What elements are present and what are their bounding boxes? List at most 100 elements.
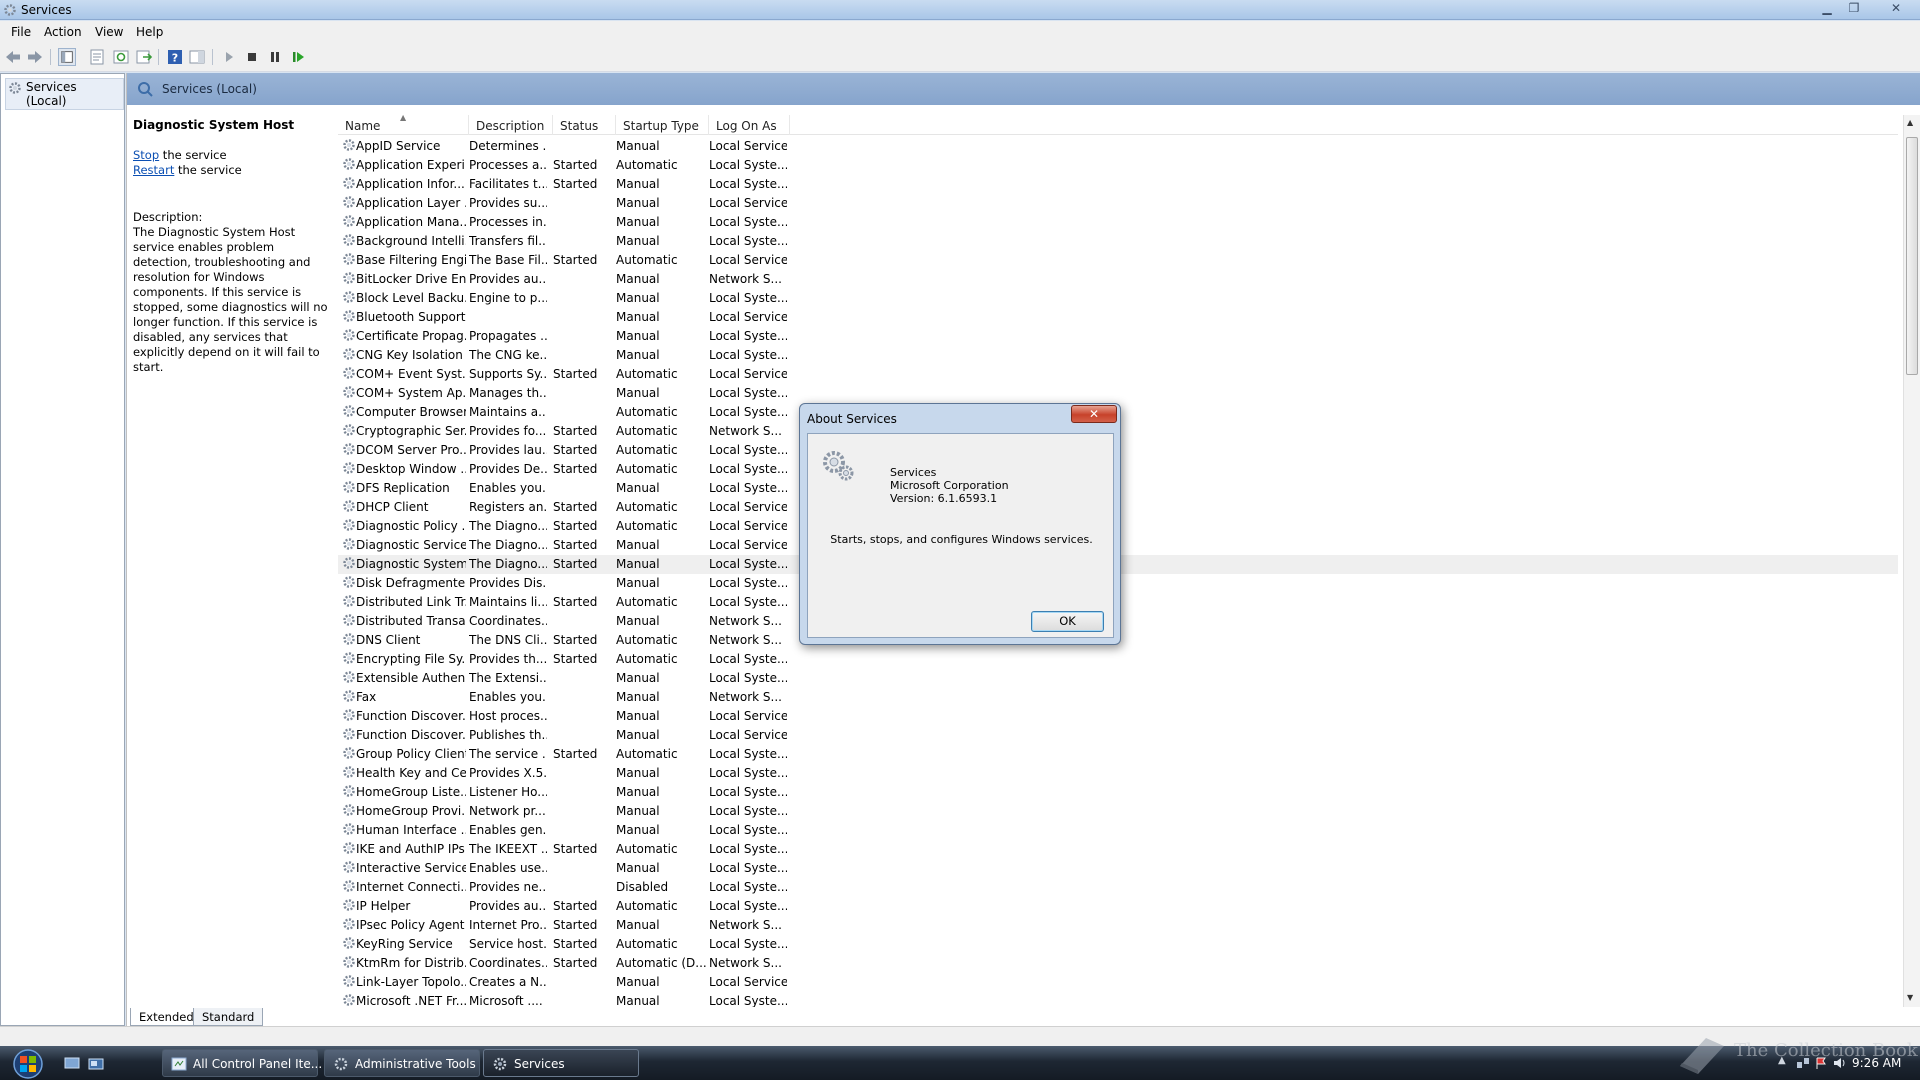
table-row[interactable]: Application Mana... Processes in... Manual…: [338, 213, 1898, 232]
vertical-scrollbar[interactable]: ▲ ▼: [1903, 115, 1920, 1007]
tab-extended[interactable]: Extended: [130, 1008, 203, 1026]
column-header-log-on-as[interactable]: Log On As: [709, 115, 790, 135]
restart-service-link[interactable]: Restart: [133, 163, 174, 177]
scrollbar-thumb[interactable]: [1906, 137, 1918, 375]
tab-standard[interactable]: Standard: [193, 1008, 264, 1026]
table-row[interactable]: IKE and AuthIP IPs... The IKEEXT ... Start…: [338, 840, 1898, 859]
scroll-up-arrow-icon[interactable]: ▲: [1907, 118, 1913, 127]
cell-name: Certificate Propag...: [356, 329, 466, 343]
forward-arrow-icon[interactable]: [26, 48, 44, 66]
show-desktop-icon[interactable]: [64, 1057, 80, 1070]
pause-service-icon[interactable]: [266, 48, 284, 66]
table-row[interactable]: CNG Key Isolation The CNG ke... Manual Loca…: [338, 346, 1898, 365]
restore-button[interactable]: ❐: [1843, 1, 1865, 17]
cell-startup-type: Manual: [616, 538, 660, 552]
table-row[interactable]: Human Interface ... Enables gen... Manual L…: [338, 821, 1898, 840]
dialog-product-name: Services: [890, 466, 937, 479]
table-row[interactable]: KtmRm for Distrib... Coordinates... Starte…: [338, 954, 1898, 973]
taskbar-item-control-panel[interactable]: All Control Panel Ite...: [162, 1049, 322, 1077]
cell-description: Enables you...: [469, 481, 547, 495]
table-row[interactable]: Application Infor... Facilitates t... Star…: [338, 175, 1898, 194]
service-gear-icon: [343, 690, 355, 702]
table-row[interactable]: Bluetooth Support... Manual Local Service: [338, 308, 1898, 327]
taskbar-item-services[interactable]: Services: [483, 1049, 639, 1077]
menu-view[interactable]: View: [95, 25, 123, 39]
refresh-icon[interactable]: [112, 48, 130, 66]
service-gear-icon: [343, 177, 355, 189]
menu-help[interactable]: Help: [136, 25, 163, 39]
column-header-startup-type[interactable]: Startup Type: [616, 115, 709, 135]
cell-log-on-as: Local Service: [709, 310, 787, 324]
properties-icon[interactable]: [88, 48, 106, 66]
table-row[interactable]: HomeGroup Liste... Listener Ho... Manual Lo…: [338, 783, 1898, 802]
cell-startup-type: Manual: [616, 557, 660, 571]
minimize-button[interactable]: ▁: [1816, 1, 1838, 17]
taskbar-item-administrative-tools[interactable]: Administrative Tools: [324, 1049, 480, 1077]
export-list-icon[interactable]: [135, 48, 153, 66]
stop-service-icon[interactable]: [243, 48, 261, 66]
scroll-down-arrow-icon[interactable]: ▼: [1907, 993, 1913, 1002]
table-row[interactable]: Internet Connecti... Provides ne... Disabl…: [338, 878, 1898, 897]
table-row[interactable]: Block Level Backu... Engine to p... Manual…: [338, 289, 1898, 308]
table-row[interactable]: IP Helper Provides au... Started Automatic L…: [338, 897, 1898, 916]
menu-action[interactable]: Action: [44, 25, 82, 39]
table-row[interactable]: Base Filtering Engi...The Base Fil... Sta…: [338, 251, 1898, 270]
cell-log-on-as: Local Syste...: [709, 557, 787, 571]
table-row[interactable]: Group Policy Client The service ... Starte…: [338, 745, 1898, 764]
table-row[interactable]: Microsoft .NET Fr... Microsoft .... Manual…: [338, 992, 1898, 1007]
table-row[interactable]: Extensible Authen... The Extensi... Manual…: [338, 669, 1898, 688]
service-gear-icon: [343, 253, 355, 265]
table-row[interactable]: COM+ Event Syst... Supports Sy... Started A…: [338, 365, 1898, 384]
start-orb-icon[interactable]: [8, 1048, 48, 1080]
table-row[interactable]: Link-Layer Topolo... Creates a N... Manual…: [338, 973, 1898, 992]
table-row[interactable]: HomeGroup Provi... Network pr... Manual Loc…: [338, 802, 1898, 821]
tree-node-services-local[interactable]: Services (Local): [5, 78, 124, 110]
service-gear-icon: [343, 956, 355, 968]
table-row[interactable]: Background Intelli... Transfers fil... Man…: [338, 232, 1898, 251]
gear-icon: [4, 4, 16, 16]
back-arrow-icon[interactable]: [4, 48, 22, 66]
service-gear-icon: [343, 576, 355, 588]
column-header-description[interactable]: Description: [469, 115, 553, 135]
show-hide-action-pane-icon[interactable]: [188, 48, 206, 66]
switch-windows-icon[interactable]: [88, 1057, 104, 1070]
services-gears-icon: [823, 451, 854, 481]
cell-startup-type: Manual: [616, 804, 660, 818]
cell-startup-type: Automatic: [616, 253, 678, 267]
table-row[interactable]: KeyRing Service Service host... Started Aut…: [338, 935, 1898, 954]
help-icon[interactable]: ?: [166, 48, 184, 66]
table-row[interactable]: Certificate Propag... Propagates ... Manua…: [338, 327, 1898, 346]
stop-service-link[interactable]: Stop: [133, 148, 159, 162]
table-row[interactable]: Application Layer ... Provides su... Manua…: [338, 194, 1898, 213]
table-row[interactable]: Function Discover... Host proces... Manual…: [338, 707, 1898, 726]
table-row[interactable]: Interactive Service...Enables use... Manu…: [338, 859, 1898, 878]
dialog-close-button[interactable]: ✕: [1071, 405, 1117, 423]
ok-button[interactable]: OK: [1031, 611, 1104, 632]
restart-service-icon[interactable]: [289, 48, 307, 66]
cell-description: Enables you...: [469, 690, 547, 704]
table-row[interactable]: Health Key and Ce...Provides X.5... Manua…: [338, 764, 1898, 783]
services-list-header: Name ▲ Description Status Startup Type L…: [338, 113, 1898, 135]
table-row[interactable]: Encrypting File Sy... Provides th... Start…: [338, 650, 1898, 669]
cell-log-on-as: Local Syste...: [709, 880, 787, 894]
service-gear-icon: [343, 538, 355, 550]
cell-log-on-as: Local Service: [709, 253, 787, 267]
table-row[interactable]: Function Discover... Publishes th... Manua…: [338, 726, 1898, 745]
table-row[interactable]: COM+ System Ap... Manages th... Manual Loca…: [338, 384, 1898, 403]
cell-name: DFS Replication: [356, 481, 450, 495]
book-logo-icon: [1680, 1038, 1724, 1074]
service-gear-icon: [343, 671, 355, 683]
start-service-icon[interactable]: [220, 48, 238, 66]
table-row[interactable]: Application Experi... Processes a... Start…: [338, 156, 1898, 175]
table-row[interactable]: Fax Enables you... Manual Network S...: [338, 688, 1898, 707]
close-button[interactable]: ✕: [1885, 1, 1907, 17]
cell-startup-type: Manual: [616, 386, 660, 400]
table-row[interactable]: BitLocker Drive En... Provides au... Manua…: [338, 270, 1898, 289]
cell-name: KtmRm for Distrib...: [356, 956, 466, 970]
show-hide-console-tree-icon[interactable]: [58, 48, 76, 66]
table-row[interactable]: AppID Service Determines ... Manual Local S…: [338, 137, 1898, 156]
column-header-status[interactable]: Status: [553, 115, 616, 135]
table-row[interactable]: IPsec Policy Agent Internet Pro... Started…: [338, 916, 1898, 935]
menu-file[interactable]: File: [11, 25, 31, 39]
cell-startup-type: Automatic: [616, 652, 678, 666]
